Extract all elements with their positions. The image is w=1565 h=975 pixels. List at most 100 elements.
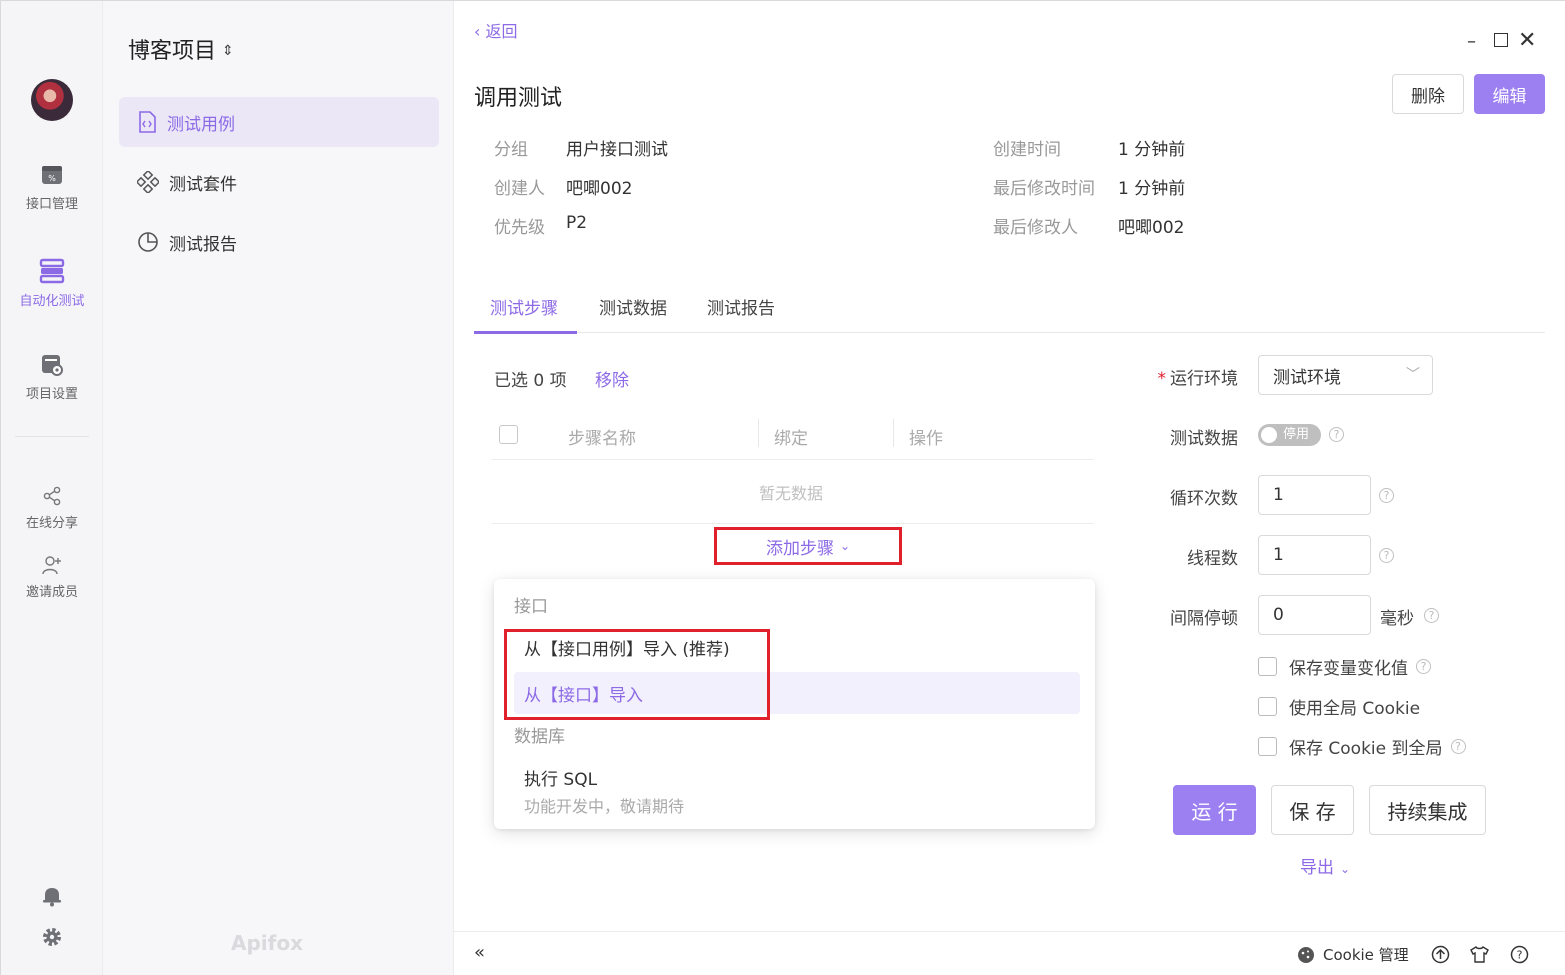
env-label: * 运行环境 [1157,369,1239,389]
svg-text:?: ? [1517,949,1523,962]
delete-button[interactable]: 删除 [1392,74,1464,114]
help-icon[interactable]: ? [1329,427,1344,442]
back-label: 返回 [485,22,518,41]
file-code-icon [139,111,156,133]
add-step-menu: 接口 从【接口用例】导入 (推荐) 从【接口】导入 数据库 执行 SQL 功能开… [494,579,1095,829]
project-settings-icon [42,355,63,376]
cookie-management[interactable]: Cookie 管理 [1297,944,1409,965]
test-data-label: 测试数据 [1170,429,1238,449]
rail-label: 邀请成员 [25,585,78,600]
sidebar-item-label: 测试套件 [169,174,237,195]
project-name: 博客项目 [128,39,217,64]
rail-label: 接口管理 [25,197,78,212]
global-cookie-checkbox[interactable]: 使用全局 Cookie [1258,694,1420,719]
meta-creator-value: 吧唧002 [566,179,633,199]
help-icon[interactable]: ? [1379,548,1394,563]
rail-label: 在线分享 [25,516,78,531]
rail-item-api-management[interactable]: % 接口管理 [1,163,103,212]
project-sidebar: 博客项目 ⇕ 测试用例 测试套件 测试报告 Apifox [103,1,454,975]
rail-item-invite[interactable]: 邀请成员 [1,555,103,600]
env-select[interactable]: 测试环境 ﹀ [1258,355,1433,395]
tab-test-data[interactable]: 测试数据 [599,294,667,319]
menu-item-exec-sql[interactable]: 执行 SQL [514,756,1080,798]
bell-icon[interactable] [41,885,63,907]
chevron-left-icon: ‹ [474,22,486,41]
run-button[interactable]: 运 行 [1173,785,1256,835]
remove-link[interactable]: 移除 [595,366,629,391]
export-dropdown[interactable]: 导出 ⌄ [1300,853,1350,878]
add-step-label: 添加步骤 [765,538,834,559]
meta-modified-value: 1 分钟前 [1118,179,1186,199]
main-panel: ‹ 返回 – ✕ 调用测试 删除 编辑 分组 用户接口测试 创建人 吧唧002 … [454,1,1565,975]
empty-placeholder: 暂无数据 [759,484,824,503]
help-icon: ? [1416,659,1431,674]
meta-created-value: 1 分钟前 [1118,140,1186,160]
selected-count: 已选 0 项 [494,371,567,391]
back-link[interactable]: ‹ 返回 [474,18,518,42]
help-icon[interactable]: ? [1379,488,1394,503]
highlight-box [504,629,770,720]
shirt-icon[interactable] [1470,945,1489,964]
thread-count-input[interactable]: 1 [1258,535,1371,575]
help-circle-icon[interactable]: ? [1510,945,1529,964]
save-cookie-checkbox[interactable]: 保存 Cookie 到全局? [1258,734,1466,759]
loop-count-label: 循环次数 [1170,489,1238,509]
help-icon[interactable]: ? [1424,608,1439,623]
meta-priority-label: 优先级 [494,218,545,238]
select-all-checkbox[interactable] [499,425,518,444]
save-button[interactable]: 保 存 [1271,785,1354,835]
meta-modified-label: 最后修改时间 [993,179,1095,199]
api-management-icon: % [42,166,62,184]
sidebar-item-test-suites[interactable]: 测试套件 [119,157,439,207]
chevron-updown-icon: ⇕ [222,43,234,59]
table-divider [492,459,1094,460]
rail-item-share[interactable]: 在线分享 [1,486,103,531]
ci-button[interactable]: 持续集成 [1369,785,1486,835]
project-switcher[interactable]: 博客项目 ⇕ [128,33,234,65]
sidebar-item-test-reports[interactable]: 测试报告 [119,217,439,267]
automation-test-icon [39,258,65,284]
app-window: % 接口管理 自动化测试 项目设置 在线分享 邀请成员 博客项目 ⇕ 测试用例 … [0,0,1565,975]
sidebar-item-test-cases[interactable]: 测试用例 [119,97,439,147]
gear-icon[interactable] [41,926,63,948]
meta-group-label: 分组 [494,140,528,160]
menu-item-note: 功能开发中，敬请期待 [524,797,685,816]
maximize-icon[interactable] [1494,33,1508,47]
rail-item-project-settings[interactable]: 项目设置 [1,353,103,402]
avatar[interactable] [31,79,73,121]
edit-button[interactable]: 编辑 [1474,74,1545,114]
meta-creator-label: 创建人 [494,179,545,199]
suite-icon [137,171,159,193]
upload-icon[interactable] [1431,945,1450,964]
column-separator [893,419,894,447]
toggle-label: 停用 [1283,427,1310,442]
column-separator [758,419,759,447]
status-bar: « Cookie 管理 ? [454,931,1565,975]
rail-label: 自动化测试 [19,294,85,309]
test-data-toggle[interactable]: 停用 [1258,424,1321,446]
tab-test-report[interactable]: 测试报告 [707,294,775,319]
chevron-down-icon: ﹀ [1406,367,1420,383]
close-icon[interactable]: ✕ [1518,28,1536,53]
interval-input[interactable]: 0 [1258,595,1371,635]
env-value: 测试环境 [1273,367,1341,388]
add-step-button[interactable]: 添加步骤 ⌄ [714,527,902,565]
column-actions: 操作 [909,429,943,449]
table-divider [492,523,1094,524]
rail-label: 项目设置 [25,387,78,402]
tab-test-steps[interactable]: 测试步骤 [490,294,558,319]
help-icon: ? [1450,739,1466,754]
minimize-icon[interactable]: – [1467,31,1476,52]
save-variable-checkbox[interactable]: 保存变量变化值? [1258,654,1431,679]
column-step-name: 步骤名称 [568,429,636,449]
sidebar-item-label: 测试用例 [167,114,235,135]
chevron-down-icon: ⌄ [839,539,851,553]
interval-label: 间隔停顿 [1170,609,1238,629]
loop-count-input[interactable]: 1 [1258,475,1371,515]
rail-item-automation-test[interactable]: 自动化测试 [1,258,103,309]
menu-group-api: 接口 [514,597,548,617]
icon-rail: % 接口管理 自动化测试 项目设置 在线分享 邀请成员 [1,1,103,975]
invite-member-icon [42,556,61,575]
sidebar-item-label: 测试报告 [169,234,237,255]
collapse-sidebar-icon[interactable]: « [474,942,485,963]
